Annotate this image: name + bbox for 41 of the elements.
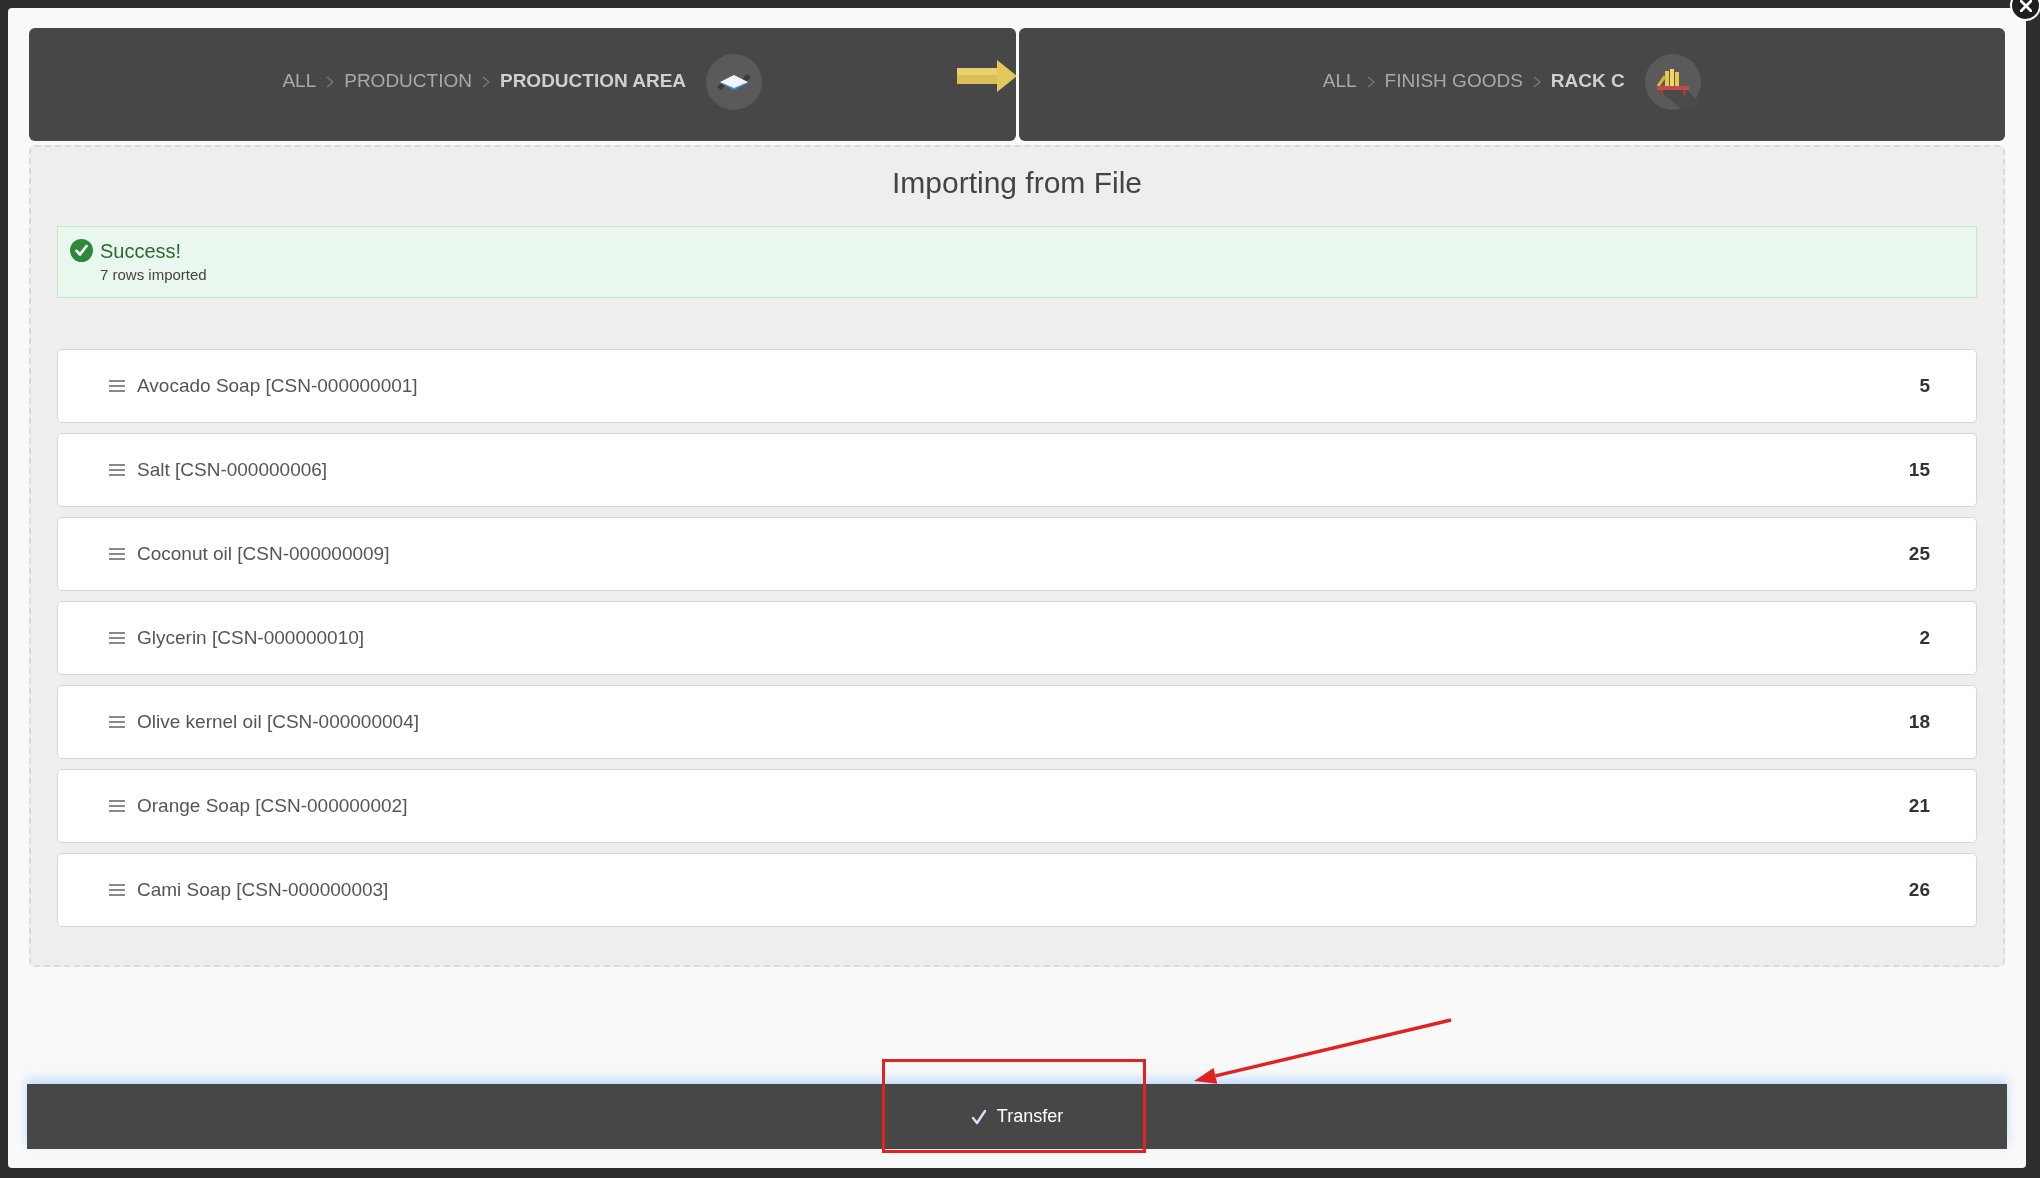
breadcrumb-link[interactable]: ALL — [282, 67, 317, 96]
breadcrumb-link[interactable]: ALL — [1322, 67, 1357, 96]
arrow-right-icon — [957, 60, 1017, 92]
check-circle-icon — [70, 239, 93, 262]
chevron-right-icon — [481, 75, 490, 88]
item-name: Glycerin [CSN-000000010] — [137, 625, 366, 650]
item-name: Avocado Soap [CSN-000000001] — [137, 373, 419, 398]
chevron-right-icon — [1532, 75, 1541, 88]
breadcrumb-link[interactable]: FINISH GOODS — [1384, 67, 1523, 96]
bookshelf-icon — [1644, 53, 1701, 110]
layer-icon — [706, 53, 763, 110]
item-quantity: 5 — [1919, 373, 1930, 398]
breadcrumb-link[interactable]: PRODUCTION — [344, 67, 472, 96]
drag-handle-icon[interactable] — [109, 548, 125, 560]
drag-handle-icon[interactable] — [109, 884, 125, 896]
item-name: Orange Soap [CSN-000000002] — [137, 793, 409, 818]
item-quantity: 2 — [1919, 625, 1930, 650]
item-quantity: 26 — [1908, 877, 1930, 902]
item-name: Olive kernel oil [CSN-000000004] — [137, 709, 420, 734]
item-quantity: 21 — [1908, 793, 1930, 818]
drag-handle-icon[interactable] — [109, 632, 125, 644]
drag-handle-icon[interactable] — [109, 380, 125, 392]
drag-handle-icon[interactable] — [109, 716, 125, 728]
breadcrumb-link[interactable]: PRODUCTION AREA — [499, 67, 687, 96]
transfer-button[interactable]: Transfer — [958, 1097, 1076, 1136]
item-quantity: 18 — [1908, 709, 1930, 734]
check-icon — [970, 1108, 987, 1125]
item-quantity: 25 — [1908, 541, 1930, 566]
item-quantity: 15 — [1908, 457, 1930, 482]
breadcrumb-link[interactable]: RACK C — [1550, 67, 1625, 96]
item-name: Coconut oil [CSN-000000009] — [137, 541, 391, 566]
drag-handle-icon[interactable] — [109, 800, 125, 812]
panel-title: Importing from File — [890, 165, 1144, 201]
alert-message: 7 rows imported — [100, 265, 207, 285]
item-name: Cami Soap [CSN-000000003] — [137, 877, 390, 902]
chevron-right-icon — [326, 75, 335, 88]
item-name: Salt [CSN-000000006] — [137, 457, 329, 482]
chevron-right-icon — [1366, 75, 1375, 88]
close-icon — [2019, 0, 2032, 12]
alert-title: Success! — [100, 239, 183, 263]
drag-handle-icon[interactable] — [109, 464, 125, 476]
